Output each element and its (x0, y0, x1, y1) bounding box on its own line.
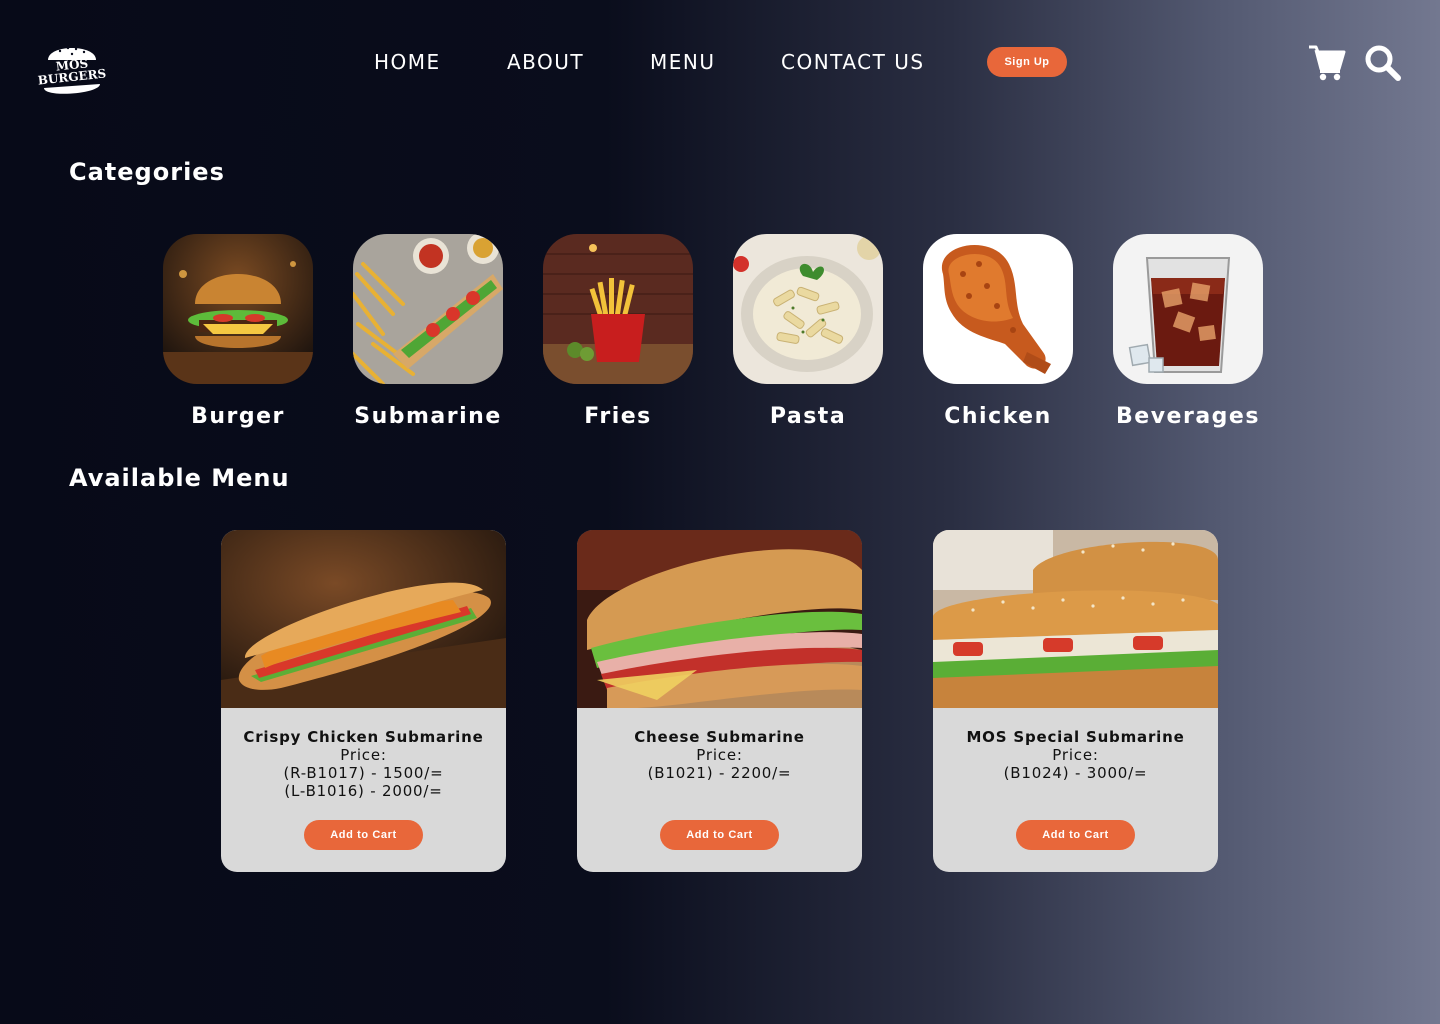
nav-home[interactable]: HOME (374, 48, 441, 76)
burger-image (163, 234, 313, 384)
menu-item-name: Crispy Chicken Submarine (243, 728, 484, 746)
category-label: Pasta (769, 404, 847, 429)
nav-about[interactable]: ABOUT (507, 48, 584, 76)
category-beverages[interactable]: Beverages (1113, 234, 1263, 429)
menu-card-info: MOS Special Submarine Price: (B1024) - 3… (933, 728, 1218, 782)
price-value: (B1021) - 2200/= (647, 764, 792, 782)
menu-item-name: MOS Special Submarine (966, 728, 1185, 746)
price-large: (L-B1016) - 2000/= (284, 782, 443, 800)
nav-menu[interactable]: MENU (650, 48, 716, 76)
submarine-image (353, 234, 503, 384)
category-fries[interactable]: Fries (543, 234, 693, 429)
chicken-image (923, 234, 1073, 384)
category-submarine[interactable]: Submarine (353, 234, 503, 429)
price-value: (B1024) - 3000/= (1003, 764, 1148, 782)
category-label: Chicken (944, 404, 1052, 429)
cheese-submarine-image (577, 530, 862, 708)
fries-image (543, 234, 693, 384)
menu-card-info: Crispy Chicken Submarine Price: (R-B1017… (221, 728, 506, 800)
cart-icon[interactable] (1308, 42, 1346, 82)
main-nav: HOME ABOUT MENU CONTACT US (0, 48, 1440, 76)
category-pasta[interactable]: Pasta (733, 234, 883, 429)
price-regular: (R-B1017) - 1500/= (283, 764, 444, 782)
crispy-chicken-submarine-image (221, 530, 506, 708)
menu-card-info: Cheese Submarine Price: (B1021) - 2200/= (577, 728, 862, 782)
add-to-cart-button[interactable]: Add to Cart (1016, 820, 1135, 850)
menu-item-name: Cheese Submarine (634, 728, 805, 746)
category-chicken[interactable]: Chicken (923, 234, 1073, 429)
menu-card-cheese: Cheese Submarine Price: (B1021) - 2200/=… (577, 530, 862, 872)
price-label: Price: (696, 746, 743, 764)
add-to-cart-button[interactable]: Add to Cart (660, 820, 779, 850)
menu-card-crispy-chicken: Crispy Chicken Submarine Price: (R-B1017… (221, 530, 506, 872)
menu-card-mos-special: MOS Special Submarine Price: (B1024) - 3… (933, 530, 1218, 872)
category-label: Fries (584, 404, 652, 429)
categories-heading: Categories (69, 158, 225, 186)
category-burger[interactable]: Burger (163, 234, 313, 429)
pasta-image (733, 234, 883, 384)
category-label: Burger (191, 404, 285, 429)
price-label: Price: (1052, 746, 1099, 764)
price-label: Price: (340, 746, 387, 764)
category-label: Submarine (354, 404, 502, 429)
nav-contact-us[interactable]: CONTACT US (781, 48, 925, 76)
sign-up-button[interactable]: Sign Up (987, 47, 1067, 77)
available-menu-heading: Available Menu (69, 464, 290, 492)
category-label: Beverages (1116, 404, 1260, 429)
beverages-image (1113, 234, 1263, 384)
mos-special-submarine-image (933, 530, 1218, 708)
search-icon[interactable] (1364, 44, 1402, 82)
add-to-cart-button[interactable]: Add to Cart (304, 820, 423, 850)
